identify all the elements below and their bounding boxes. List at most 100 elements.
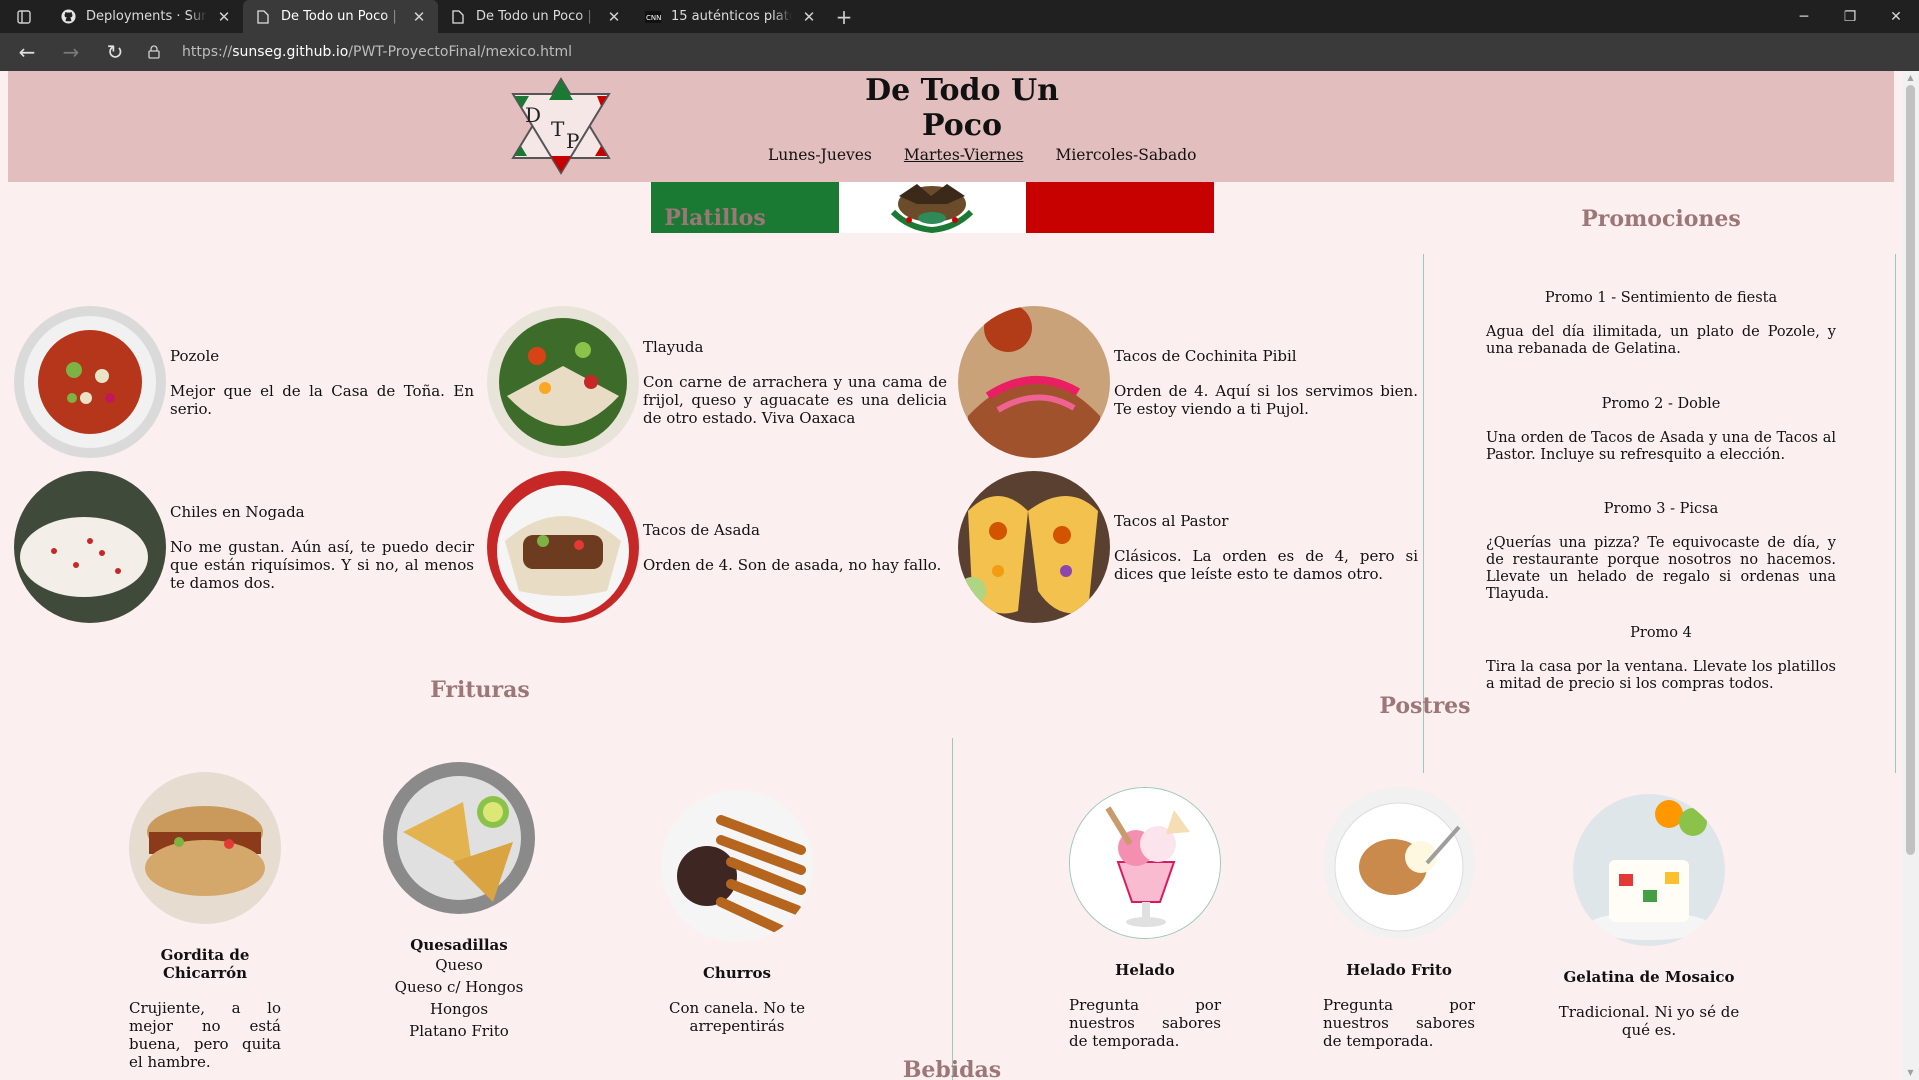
churros-photo xyxy=(661,790,813,942)
dish-description: Orden de 4. Son de asada, no hay fallo. xyxy=(643,555,942,574)
new-tab-icon[interactable]: + xyxy=(828,0,860,33)
refresh-icon[interactable]: ↻ xyxy=(93,33,137,71)
tab-deployments[interactable]: Deployments · Sunseg/PWT-Proy ✕ xyxy=(48,0,243,33)
nav-lunes-jueves[interactable]: Lunes-Jueves xyxy=(768,146,872,164)
dish-description: Con carne de arrachera y una cama de fri… xyxy=(643,372,947,427)
scrollbar-thumb[interactable] xyxy=(1906,85,1915,855)
dish-description: Clásicos. La orden es de 4, pero si dice… xyxy=(1114,546,1418,583)
pozole-photo xyxy=(14,306,166,458)
nav-martes-viernes[interactable]: Martes-Viernes xyxy=(904,146,1024,164)
site-header: D T P De Todo Un Poco Lunes-Jueves Marte… xyxy=(8,71,1894,182)
postre-name: Gelatina de Mosaico xyxy=(1563,968,1735,986)
restore-icon[interactable]: ❐ xyxy=(1827,0,1873,33)
close-tab-icon[interactable]: ✕ xyxy=(800,8,818,26)
postre-description: Pregunta por nuestros sabores de tempora… xyxy=(1069,996,1221,1050)
lock-icon[interactable] xyxy=(148,45,170,59)
tacos-asada-photo xyxy=(487,471,639,623)
logo-letter-p: P xyxy=(566,129,579,153)
fritura-name: Gordita de Chicarrón xyxy=(160,946,250,982)
dish-description: Mejor que el de la Casa de Toña. En seri… xyxy=(170,381,474,418)
postre-helado-frito: Helado Frito Pregunta por nuestros sabor… xyxy=(1323,787,1475,1050)
dish-cochinita-pibil: Tacos de Cochinita Pibil Orden de 4. Aqu… xyxy=(958,306,1418,458)
cochinita-photo xyxy=(958,306,1110,458)
promo-title: Promo 4 xyxy=(1630,625,1692,641)
promociones-title: Promociones xyxy=(1581,206,1741,232)
postre-description: Tradicional. Ni yo sé de qué es. xyxy=(1558,1003,1740,1039)
promo-title: Promo 3 - Picsa xyxy=(1603,501,1719,517)
url-path: /PWT-ProyectoFinal/mexico.html xyxy=(348,44,572,60)
dish-tacos-de-asada: Tacos de Asada Orden de 4. Son de asada,… xyxy=(487,471,947,623)
tab-martes-viernes[interactable]: De Todo un Poco | Martes-Vierne ✕ xyxy=(243,0,438,33)
quesadilla-option: Hongos xyxy=(429,1000,489,1018)
dish-name: Chiles en Nogada xyxy=(170,502,305,521)
tlayuda-photo xyxy=(487,306,639,458)
tab-title: Deployments · Sunseg/PWT-Proy xyxy=(86,9,207,24)
promo-title: Promo 1 - Sentimiento de fiesta xyxy=(1544,290,1778,306)
address-bar[interactable]: https://sunseg.github.io/PWT-ProyectoFin… xyxy=(148,37,1718,67)
dish-description: No me gustan. Aún así, te puedo decir qu… xyxy=(170,537,474,592)
tab-title: De Todo un Poco | Martes-Vierne xyxy=(281,9,402,24)
svg-text:CNN: CNN xyxy=(646,14,661,22)
tab-platos-chinos[interactable]: CNN 15 auténticos platos chinos (y no ✕ xyxy=(633,0,828,33)
github-icon xyxy=(60,9,76,25)
tab-title: De Todo un Poco | Miercoles-Sab xyxy=(476,9,597,24)
scroll-up-icon[interactable]: ▲ xyxy=(1902,71,1919,85)
platillos-title: Platillos xyxy=(664,205,766,231)
quesadilla-options: Queso Queso c/ Hongos Hongos Platano Fri… xyxy=(383,954,535,1042)
tacos-pastor-photo xyxy=(958,471,1110,623)
quesadilla-option: Platano Frito xyxy=(409,1022,509,1040)
gelatina-photo xyxy=(1573,794,1725,946)
fritura-name: Churros xyxy=(702,964,771,982)
promo-description: Agua del día ilimitada, un plato de Pozo… xyxy=(1486,324,1836,357)
site-logo[interactable]: D T P xyxy=(511,76,611,176)
quesadillas-photo xyxy=(383,762,535,914)
back-arrow-icon[interactable]: ← xyxy=(5,33,49,71)
fritura-quesadillas: Quesadillas Queso Queso c/ Hongos Hongos… xyxy=(383,762,535,1042)
minimize-icon[interactable]: ─ xyxy=(1781,0,1827,33)
quesadilla-option: Queso xyxy=(435,956,483,974)
browser-toolbar: ← → ↻ https://sunseg.github.io/PWT-Proye… xyxy=(0,33,1919,96)
divider-vertical xyxy=(1895,254,1896,773)
postre-gelatina-mosaico: Gelatina de Mosaico Tradicional. Ni yo s… xyxy=(1549,794,1749,1039)
frituras-title: Frituras xyxy=(430,677,530,703)
fritura-description: Crujiente, a lo mejor no está buena, per… xyxy=(129,999,281,1071)
chiles-en-nogada-photo xyxy=(14,471,166,623)
close-tab-icon[interactable]: ✕ xyxy=(215,8,233,26)
page-scrollbar[interactable]: ▲ ▼ xyxy=(1902,71,1919,1080)
fritura-churros: Churros Con canela. No te arrepentirás xyxy=(637,790,837,1035)
tab-title: 15 auténticos platos chinos (y no xyxy=(671,9,792,24)
close-window-icon[interactable]: ✕ xyxy=(1873,0,1919,33)
nav-miercoles-sabado[interactable]: Miercoles-Sabado xyxy=(1055,146,1196,164)
close-tab-icon[interactable]: ✕ xyxy=(605,8,623,26)
url-host: sunseg.github.io xyxy=(232,44,349,60)
helado-frito-photo xyxy=(1323,787,1475,939)
tab-strip: Deployments · Sunseg/PWT-Proy ✕ De Todo … xyxy=(0,0,1919,33)
tab-miercoles-sabado[interactable]: De Todo un Poco | Miercoles-Sab ✕ xyxy=(438,0,633,33)
postres-title: Postres xyxy=(1379,693,1471,719)
forward-arrow-icon[interactable]: → xyxy=(49,33,93,71)
page-viewport: D T P De Todo Un Poco Lunes-Jueves Marte… xyxy=(0,71,1919,1080)
quesadilla-option: Queso c/ Hongos xyxy=(394,978,524,996)
promo-title: Promo 2 - Doble xyxy=(1601,396,1721,412)
eagle-emblem-icon xyxy=(890,184,974,233)
scroll-down-icon[interactable]: ▼ xyxy=(1902,1066,1919,1080)
promo-description: ¿Querías una pizza? Te equivocaste de dí… xyxy=(1486,535,1836,602)
postre-name: Helado Frito xyxy=(1346,961,1452,979)
fritura-gordita: Gordita de Chicarrón Crujiente, a lo mej… xyxy=(129,772,281,1071)
postre-name: Helado xyxy=(1115,961,1175,979)
logo-letter-t: T xyxy=(551,117,565,141)
cnn-icon: CNN xyxy=(645,9,661,25)
close-tab-icon[interactable]: ✕ xyxy=(410,8,428,26)
dish-tacos-al-pastor: Tacos al Pastor Clásicos. La orden es de… xyxy=(958,471,1418,623)
gordita-photo xyxy=(129,772,281,924)
site-title: De Todo Un Poco xyxy=(865,73,1059,143)
bebidas-title: Bebidas xyxy=(902,1057,1002,1080)
postre-description: Pregunta por nuestros sabores de tempora… xyxy=(1323,996,1475,1050)
page-icon xyxy=(255,9,271,25)
url-prefix: https:// xyxy=(182,44,233,60)
promo-4: Promo 4 Tira la casa por la ventana. Lle… xyxy=(1486,625,1836,693)
fritura-description: Con canela. No te arrepentirás xyxy=(669,999,805,1035)
dish-description: Orden de 4. Aquí si los servimos bien. T… xyxy=(1114,381,1418,418)
tab-actions-icon[interactable] xyxy=(0,0,48,33)
dish-name: Tacos de Cochinita Pibil xyxy=(1114,346,1297,365)
